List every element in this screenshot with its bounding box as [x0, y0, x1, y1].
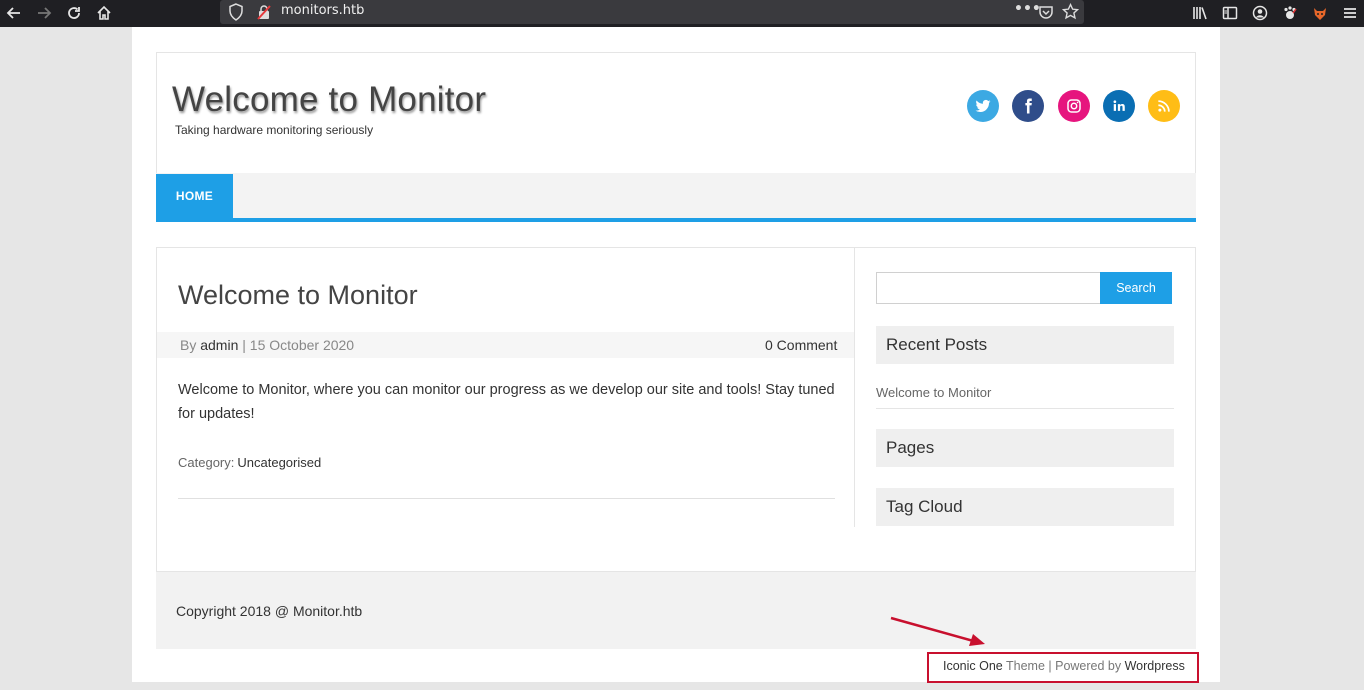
theme-link[interactable]: Iconic One	[943, 659, 1003, 673]
insecure-lock-icon[interactable]	[256, 4, 272, 20]
site-tagline: Taking hardware monitoring seriously	[175, 123, 374, 137]
post-date: | 15 October 2020	[242, 337, 355, 353]
theme-credit: Iconic One Theme | Powered by Wordpress	[943, 659, 1185, 673]
back-arrow-icon[interactable]	[3, 2, 25, 24]
extension-fox-icon[interactable]	[1309, 2, 1331, 24]
reload-icon[interactable]	[63, 2, 85, 24]
bookmark-star-icon[interactable]	[1061, 2, 1080, 20]
site-title[interactable]: Welcome to Monitor	[172, 80, 486, 120]
copyright-text: Copyright 2018 @ Monitor.htb	[176, 603, 363, 619]
post-category: Category: Uncategorised	[178, 455, 321, 470]
post-title[interactable]: Welcome to Monitor	[178, 280, 418, 311]
pocket-icon[interactable]	[1038, 4, 1054, 20]
more-actions-icon[interactable]: •••	[1014, 1, 1041, 17]
recent-post-divider	[876, 408, 1174, 409]
post-category-link[interactable]: Uncategorised	[237, 455, 321, 470]
main-navigation: HOME	[156, 173, 1196, 222]
pages-heading: Pages	[876, 429, 1174, 467]
post-divider	[178, 498, 835, 499]
annotation-arrow	[890, 616, 985, 646]
post-content: Welcome to Monitor, where you can monito…	[178, 382, 835, 422]
browser-toolbar: monitors.htb •••	[0, 0, 1364, 27]
twitter-icon[interactable]	[967, 90, 999, 122]
post-category-label: Category:	[178, 455, 235, 470]
linkedin-icon[interactable]	[1103, 90, 1135, 122]
rss-icon[interactable]	[1148, 90, 1180, 122]
nav-home-link[interactable]: HOME	[156, 174, 233, 218]
shield-icon[interactable]	[228, 3, 244, 21]
url-text[interactable]: monitors.htb	[281, 3, 364, 18]
library-icon[interactable]	[1189, 2, 1211, 24]
home-icon[interactable]	[93, 2, 115, 24]
tag-cloud-heading: Tag Cloud	[876, 488, 1174, 526]
search-button[interactable]: Search	[1100, 272, 1172, 304]
post-by-label: By	[180, 337, 197, 353]
theme-credit-text: Theme | Powered by	[1006, 659, 1122, 673]
recent-post-link[interactable]: Welcome to Monitor	[876, 385, 991, 400]
url-bar[interactable]: monitors.htb •••	[220, 0, 1084, 24]
scrollbar[interactable]	[1357, 27, 1364, 690]
wordpress-link[interactable]: Wordpress	[1125, 659, 1185, 673]
recent-posts-heading: Recent Posts	[876, 326, 1174, 364]
post-meta: By admin | 15 October 2020	[180, 337, 354, 353]
facebook-icon[interactable]	[1012, 90, 1044, 122]
instagram-icon[interactable]	[1058, 90, 1090, 122]
forward-arrow-icon[interactable]	[33, 2, 55, 24]
account-icon[interactable]	[1249, 2, 1271, 24]
sidebar-icon[interactable]	[1219, 2, 1241, 24]
extension-paw-icon[interactable]	[1279, 2, 1301, 24]
search-input[interactable]	[876, 272, 1101, 304]
post-author-link[interactable]: admin	[200, 337, 238, 353]
content-divider	[854, 248, 855, 527]
post-comments-link[interactable]: 0 Comment	[765, 337, 837, 353]
menu-icon[interactable]	[1339, 2, 1361, 24]
